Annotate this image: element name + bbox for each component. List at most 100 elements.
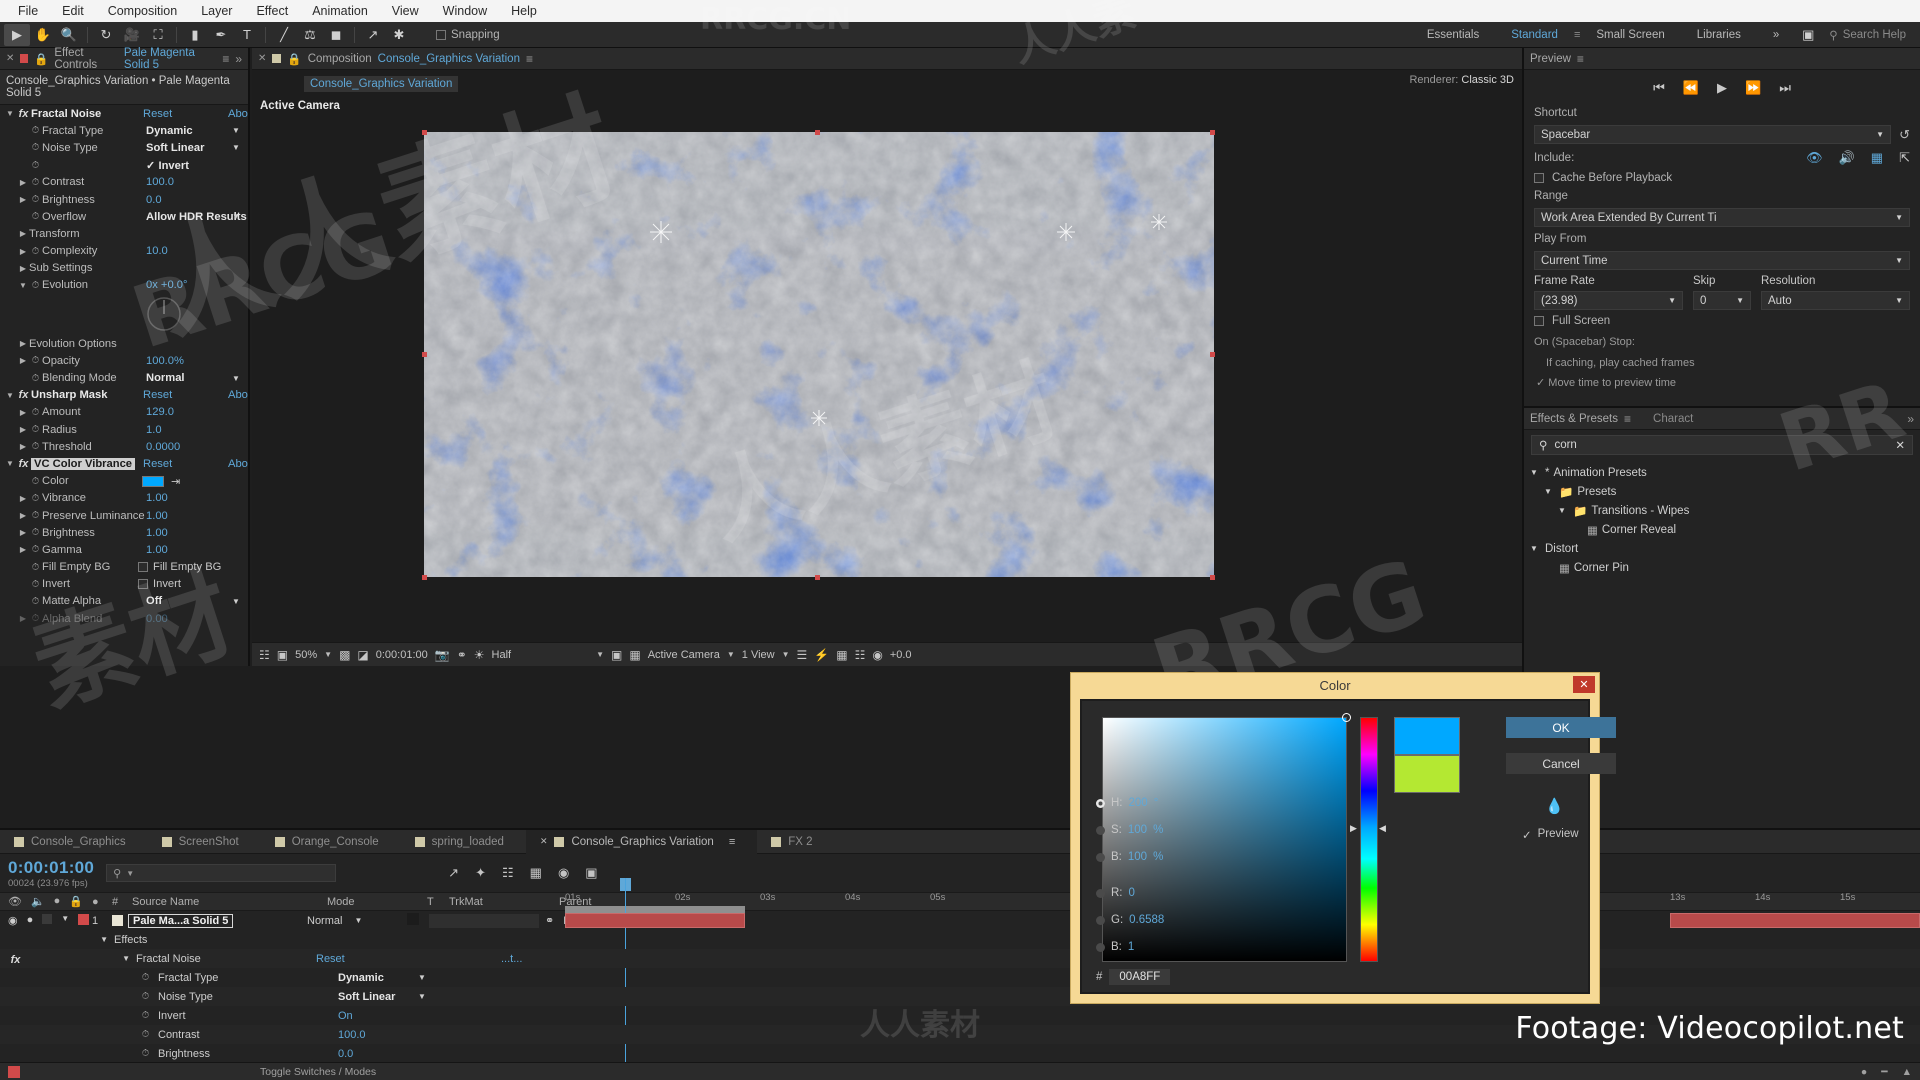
parent-pickwhip-icon[interactable]: ⚭ (545, 914, 554, 927)
effect-row-value[interactable]: 0.00 (146, 613, 168, 625)
effect-row-threshold[interactable]: ▶ ⏱ Threshold 0.0000 (0, 438, 248, 455)
effect-row-noise-type[interactable]: ⏱ Noise Type Soft Linear ▼ (0, 139, 248, 156)
chevron-down-icon[interactable]: ▼ (232, 374, 240, 383)
disclosure-triangle-icon[interactable]: ▼ (4, 459, 16, 468)
lock-icon[interactable]: 🔒 (34, 52, 48, 66)
overlays-icon[interactable]: ▦ (1871, 150, 1883, 166)
stopwatch-icon[interactable]: ⏱ (29, 246, 42, 257)
channel-icon[interactable]: ☀ (474, 648, 485, 662)
breadcrumb[interactable]: Console_Graphics Variation (304, 76, 459, 92)
disclosure-triangle-icon[interactable]: ▶ (17, 442, 29, 451)
effect-row-opacity[interactable]: ▶ ⏱ Opacity 100.0% (0, 352, 248, 369)
zoom-tool-icon[interactable]: 🔍 (56, 24, 82, 46)
last-frame-icon[interactable]: ⏭ (1779, 80, 1791, 96)
effect-row-alpha-blend[interactable]: ▶ ⏱ Alpha Blend 0.00 (0, 610, 248, 627)
effect-row-value[interactable]: 1.00 (146, 492, 168, 504)
effect-row-value[interactable]: 0.0000 (146, 441, 180, 453)
disclosure-triangle-icon[interactable]: ▶ (17, 264, 29, 273)
effect-row-value[interactable]: Normal (146, 372, 185, 384)
exposure-icon[interactable]: ◉ (872, 648, 882, 662)
panel-menu-icon[interactable]: ≡ (222, 52, 229, 66)
camera-value[interactable]: Active Camera (648, 649, 720, 661)
stopwatch-icon[interactable]: ⏱ (29, 125, 42, 136)
timeline-property-value[interactable]: Dynamic (338, 972, 523, 984)
cancel-button[interactable]: Cancel (1506, 753, 1616, 774)
disclosure-triangle-icon[interactable]: ▼ (1530, 468, 1541, 477)
skip-select[interactable]: 0 ▼ (1693, 291, 1751, 310)
zoom-level[interactable]: 50% (295, 649, 317, 661)
stopwatch-icon[interactable]: ⏱ (29, 211, 42, 222)
reset-link[interactable]: Reset (143, 389, 172, 401)
effect-checkbox[interactable] (138, 579, 148, 590)
monitor-icon[interactable]: ▣ (277, 648, 288, 662)
effect-row-blending-mode[interactable]: ⏱ Blending Mode Normal ▼ (0, 369, 248, 386)
about-link[interactable]: Abo (228, 389, 248, 401)
menu-item-file[interactable]: File (6, 2, 50, 20)
close-icon[interactable]: ✕ (258, 53, 266, 64)
effect-row-fractal-noise[interactable]: ▼ fx Fractal Noise Reset Abo (0, 105, 248, 122)
color-field-value[interactable]: 1 (1128, 941, 1134, 953)
anchor-point-tool-icon[interactable]: ⛶ (145, 24, 171, 46)
effect-row-value[interactable]: 100.0% (146, 355, 184, 367)
effect-row-vibrance[interactable]: ▶ ⏱ Vibrance 1.00 (0, 490, 248, 507)
screen-capture-icon[interactable]: ▣ (1795, 24, 1821, 46)
transparency-grid-icon[interactable]: ◪ (357, 648, 368, 662)
full-screen-row[interactable]: Full Screen (1524, 312, 1920, 330)
timeline-property-value[interactable]: Soft Linear (338, 991, 523, 1003)
timeline-property-value[interactable]: 0.0 (338, 1048, 523, 1060)
timeline-tab-console-graphics[interactable]: Console_Graphics (0, 830, 148, 854)
eyedropper-icon[interactable]: ⇥ (171, 475, 180, 488)
current-timecode[interactable]: 0:00:01:00 00024 (23.976 fps) (8, 858, 94, 889)
toggle-switches-modes-button[interactable]: Toggle Switches / Modes (260, 1066, 376, 1078)
timeline-property-fractal-type[interactable]: ⏱ Fractal Type Dynamic ▼ (0, 968, 1920, 987)
timeline-property-noise-type[interactable]: ⏱ Noise Type Soft Linear ▼ (0, 987, 1920, 1006)
effect-row-evolution-options[interactable]: ▶ Evolution Options (0, 335, 248, 352)
workspace-small-screen[interactable]: Small Screen (1580, 29, 1680, 41)
timeline-property-value[interactable]: Reset (316, 953, 501, 965)
stopwatch-icon[interactable]: ⏱ (29, 510, 42, 521)
search-help-box[interactable]: ⚲ Search Help (1821, 28, 1920, 42)
export-icon[interactable]: ⇱ (1899, 150, 1910, 166)
hue-marker-right-icon[interactable]: ◀ (1379, 823, 1386, 834)
effect-row-value[interactable]: 1.0 (146, 424, 162, 436)
stopwatch-icon[interactable]: ⏱ (139, 991, 152, 1002)
resolution-value[interactable]: Half (492, 649, 512, 661)
panel-menu-icon[interactable]: ≡ (1577, 52, 1584, 66)
effect-row-contrast[interactable]: ▶ ⏱ Contrast 100.0 (0, 174, 248, 191)
disclosure-triangle-icon[interactable]: ▼ (4, 391, 16, 400)
effect-row-amount[interactable]: ▶ ⏱ Amount 129.0 (0, 404, 248, 421)
hue-marker-left-icon[interactable]: ▶ (1350, 823, 1357, 834)
effect-row-invert[interactable]: ⏱ ✓ Invert (0, 157, 248, 174)
effect-row-brightness[interactable]: ▶ ⏱ Brightness 0.0 (0, 191, 248, 208)
menu-item-animation[interactable]: Animation (300, 2, 380, 20)
disclosure-triangle-icon[interactable]: ▼ (1558, 506, 1569, 515)
effect-row-vc-color-vibrance[interactable]: ▼ fx VC Color Vibrance Reset Abo (0, 455, 248, 472)
disclosure-triangle-icon[interactable]: ▶ (17, 425, 29, 434)
preview-toggle-icon[interactable]: ☷ (259, 648, 270, 662)
menu-item-edit[interactable]: Edit (50, 2, 96, 20)
sb-cursor[interactable] (1342, 713, 1351, 722)
resolution-select[interactable]: Auto ▼ (1761, 291, 1910, 310)
effect-row-value[interactable]: Soft Linear (146, 142, 204, 154)
selection-handle[interactable] (422, 352, 427, 357)
stopwatch-icon[interactable]: ⏱ (29, 441, 42, 452)
region-icon[interactable]: ▣ (611, 648, 622, 662)
effect-row-value[interactable]: 0x +0.0° (146, 279, 187, 291)
panel-menu-icon[interactable]: ≡ (729, 836, 735, 848)
timeline-property-effects[interactable]: ▼ Effects (0, 930, 1920, 949)
color-field-value[interactable]: 0 (1129, 887, 1135, 899)
radio-button[interactable] (1096, 825, 1105, 835)
video-eye-icon[interactable]: 👁 (8, 895, 22, 908)
layer-duration-bar[interactable] (565, 913, 745, 928)
timeline-tab-orange-console[interactable]: Orange_Console (261, 830, 401, 854)
effect-row-evolution[interactable]: ▼ ⏱ Evolution 0x +0.0° (0, 277, 248, 294)
color-field-h-0[interactable]: H: 200 ° (1096, 797, 1158, 809)
timeline-tab-screenshot[interactable]: ScreenShot (148, 830, 261, 854)
timeline-search-input[interactable]: ⚲ ▼ (106, 864, 337, 882)
workspace-overflow-icon[interactable]: » (1757, 29, 1795, 41)
effect-controls-tab[interactable]: ✕ 🔒 Effect Controls Pale Magenta Solid 5… (0, 47, 248, 71)
effect-row-overflow[interactable]: ⏱ Overflow Allow HDR Results ▼ (0, 208, 248, 225)
zoom-out-icon[interactable]: ● (1861, 1066, 1867, 1078)
lock-icon[interactable]: 🔒 (287, 52, 301, 66)
disclosure-triangle-icon[interactable]: ▼ (4, 109, 16, 118)
